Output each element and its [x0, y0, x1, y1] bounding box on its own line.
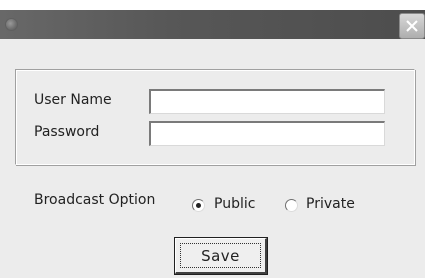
- username-label: User Name: [34, 92, 112, 108]
- radio-private-label[interactable]: Private: [306, 196, 355, 212]
- close-icon: [406, 20, 418, 32]
- credentials-group: [15, 69, 415, 165]
- radio-private-button[interactable]: [285, 199, 298, 212]
- close-button[interactable]: [399, 13, 425, 39]
- app-icon: [6, 19, 17, 30]
- radio-public-button[interactable]: [192, 199, 205, 212]
- save-button[interactable]: Save: [175, 238, 267, 274]
- save-button-label: Save: [180, 243, 261, 268]
- password-field[interactable]: [149, 121, 385, 146]
- dialog-window: User Name Password Broadcast Option Publ…: [0, 0, 425, 278]
- radio-public-label[interactable]: Public: [214, 196, 255, 212]
- radio-selected-dot: [196, 203, 201, 208]
- password-label: Password: [34, 124, 100, 140]
- broadcast-option-label: Broadcast Option: [34, 192, 156, 208]
- username-field[interactable]: [149, 89, 385, 114]
- title-bar[interactable]: [0, 10, 425, 39]
- top-margin: [0, 0, 425, 10]
